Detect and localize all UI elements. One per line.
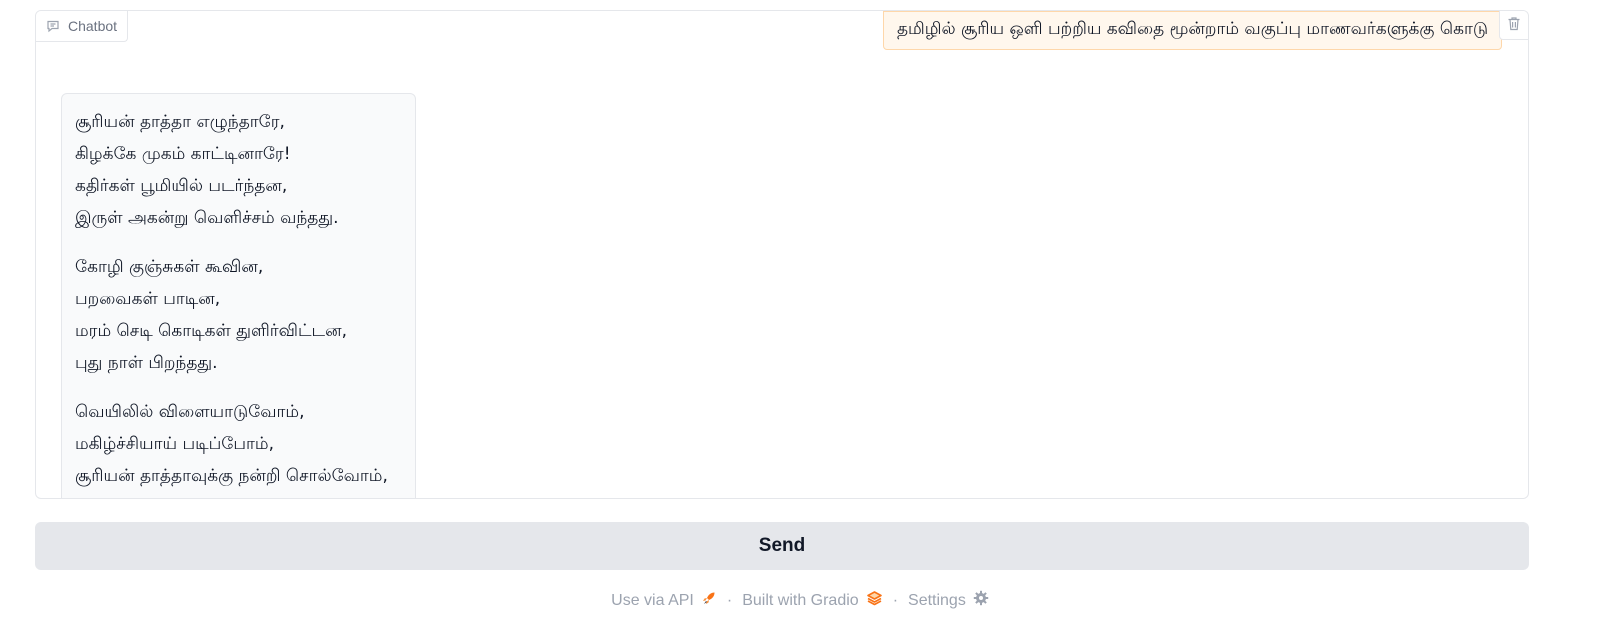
chat-icon	[46, 19, 60, 33]
built-with-gradio-link[interactable]: Built with Gradio	[742, 590, 883, 611]
poem-line: சூரியன் தாத்தாவுக்கு நன்றி சொல்வோம்,	[75, 466, 388, 486]
poem-stanza: கோழி குஞ்சுகள் கூவின, பறவைகள் பாடின, மரம் …	[75, 251, 402, 379]
gradio-logo-icon	[866, 590, 883, 611]
gear-icon	[973, 590, 989, 611]
poem-line: கதிர்கள் பூமியில் படர்ந்தன,	[75, 176, 288, 196]
chatbot-label-text: Chatbot	[68, 18, 118, 34]
use-via-api-label: Use via API	[611, 591, 694, 609]
poem-line: கிழக்கே முகம் காட்டினாரே!	[75, 144, 291, 164]
footer-separator: ·	[892, 591, 899, 609]
footer: Use via API · Built with Gradio · Settin…	[0, 590, 1600, 611]
poem-line: சூரியன் தாத்தா எழுந்தாரே,	[75, 112, 285, 132]
settings-link[interactable]: Settings	[908, 590, 989, 611]
poem-line: இருள் அகன்று வெளிச்சம் வந்தது.	[75, 208, 339, 228]
footer-separator: ·	[726, 591, 733, 609]
poem-stanza: சூரியன் தாத்தா எழுந்தாரே, கிழக்கே முகம் க…	[75, 106, 402, 234]
use-via-api-link[interactable]: Use via API	[611, 590, 717, 611]
poem-line: வெயிலில் விளையாடுவோம்,	[75, 402, 305, 422]
poem-line: மரம் செடி கொடிகள் துளிர்விட்டன,	[75, 321, 347, 341]
bot-message: சூரியன் தாத்தா எழுந்தாரே, கிழக்கே முகம் க…	[61, 93, 416, 498]
poem-line: கோழி குஞ்சுகள் கூவின,	[75, 257, 264, 277]
poem-stanza: வெயிலில் விளையாடுவோம், மகிழ்ச்சியாய் படிப…	[75, 396, 402, 492]
rocket-icon	[701, 590, 717, 611]
send-button[interactable]: Send	[35, 522, 1529, 570]
built-with-gradio-label: Built with Gradio	[742, 591, 859, 609]
settings-label: Settings	[908, 591, 966, 609]
chatbot-label: Chatbot	[36, 11, 129, 42]
user-message: தமிழில் சூரிய ஒளி பற்றிய கவிதை மூன்றாம் …	[882, 11, 1502, 50]
poem-line: புது நாள் பிறந்தது.	[75, 353, 218, 373]
chatbot-panel: Chatbot தமிழில் சூரிய ஒளி பற்றிய கவிதை ம…	[35, 10, 1529, 499]
poem-line: பறவைகள் பாடின,	[75, 289, 221, 309]
clear-chat-button[interactable]	[1499, 11, 1528, 40]
trash-icon	[1507, 16, 1521, 35]
poem-line: மகிழ்ச்சியாய் படிப்போம்,	[75, 434, 274, 454]
